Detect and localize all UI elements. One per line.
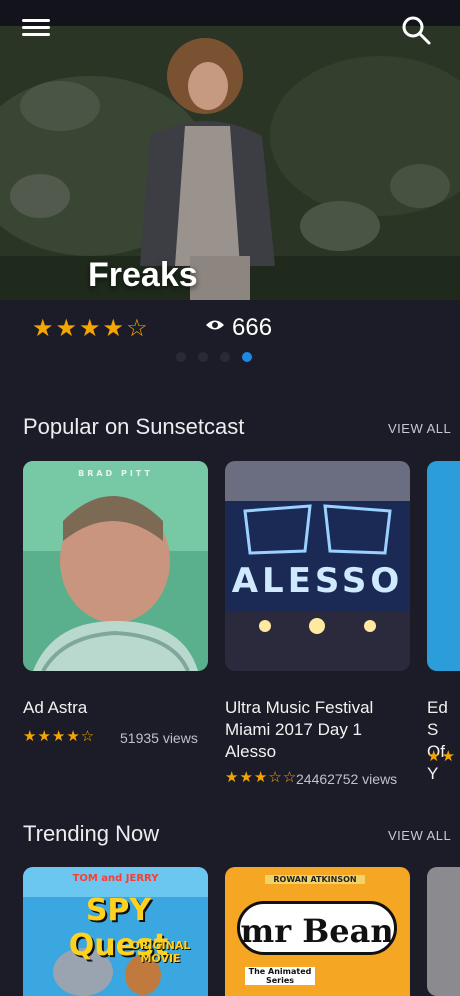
poster-caption: mr Bean [237, 901, 397, 955]
item-rating-stars: ★★★★☆ [23, 728, 96, 745]
view-all-popular[interactable]: VIEW ALL [388, 421, 451, 436]
carousel-dot-active[interactable] [242, 352, 252, 362]
poster-ad-astra[interactable]: BRAD PITT [23, 461, 208, 671]
item-title[interactable]: Ed S Of Y [427, 697, 460, 785]
hero-views: 666 [232, 314, 273, 341]
hero-rating-stars: ★★★★☆ [32, 315, 150, 342]
hero-banner[interactable]: Freaks [0, 26, 460, 300]
hero-image [0, 26, 460, 300]
section-title-trending: Trending Now [23, 821, 160, 846]
view-all-trending[interactable]: VIEW ALL [388, 828, 451, 843]
carousel-dot[interactable] [220, 352, 230, 362]
poster-caption: ALESSO [231, 561, 404, 601]
carousel-dot[interactable] [198, 352, 208, 362]
item-title[interactable]: Ultra Music Festival Miami 2017 Day 1 Al… [225, 697, 410, 763]
item-views: 51935 views [120, 730, 198, 746]
hamburger-menu-icon[interactable] [22, 16, 50, 38]
poster-partial[interactable] [427, 461, 460, 671]
item-title[interactable]: Ad Astra [23, 697, 208, 719]
hero-meta: ★★★★☆ 666 [0, 300, 460, 390]
poster-caption: ORIGINAL MOVIE [130, 939, 191, 965]
poster-alesso[interactable]: ALESSO [225, 461, 410, 671]
carousel-indicator [176, 352, 252, 364]
poster-spy-quest[interactable]: TOM and JERRY SPY Quest ORIGINAL MOVIE [23, 867, 208, 996]
poster-caption: ROWAN ATKINSON [265, 875, 365, 884]
search-icon[interactable] [400, 14, 432, 46]
poster-caption: TOM and JERRY [72, 873, 159, 884]
hero-title: Freaks [88, 256, 198, 294]
poster-mr-bean[interactable]: ROWAN ATKINSON mr Bean The Animated Seri… [225, 867, 410, 996]
status-bar [0, 0, 460, 26]
poster-caption: The Animated Series [245, 967, 315, 985]
poster-caption: BRAD PITT [78, 469, 153, 478]
carousel-dot[interactable] [176, 352, 186, 362]
item-rating-stars: ★★★☆☆ [225, 769, 298, 786]
poster-partial[interactable] [427, 867, 460, 996]
poster-image [23, 461, 208, 671]
item-rating-stars: ★★ [427, 748, 456, 765]
section-title-popular: Popular on Sunsetcast [23, 414, 245, 439]
eye-icon [206, 320, 224, 330]
item-views: 24462752 views [296, 771, 398, 787]
